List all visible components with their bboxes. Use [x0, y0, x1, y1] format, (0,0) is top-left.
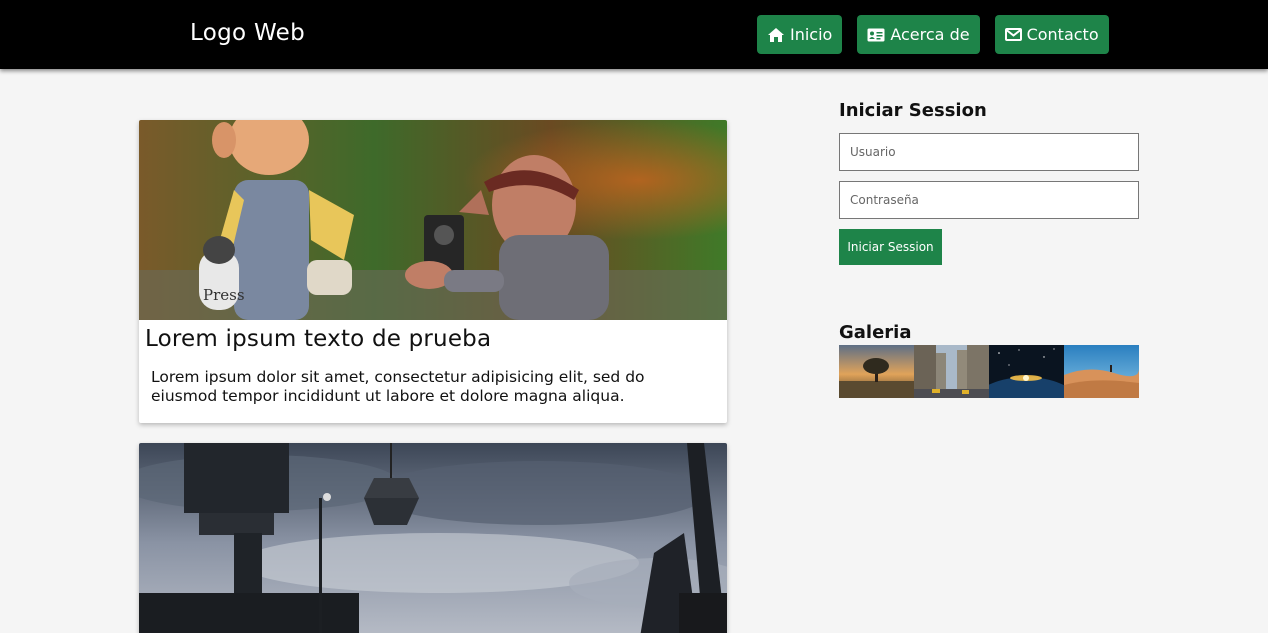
svg-text:Press: Press: [203, 286, 245, 304]
site-logo[interactable]: Logo Web: [190, 20, 305, 46]
earth-space-thumbnail[interactable]: [989, 345, 1064, 398]
nav-acerca-label: Acerca de: [890, 25, 970, 44]
nav-inicio-label: Inicio: [790, 25, 833, 44]
post-title: Lorem ipsum texto de prueba: [145, 326, 492, 352]
nav-contacto-label: Contacto: [1026, 25, 1099, 44]
tree-sunset-thumbnail[interactable]: [839, 345, 914, 398]
gallery-title: Galeria: [839, 322, 912, 343]
username-input[interactable]: [839, 133, 1139, 171]
post-body: Lorem ipsum dolor sit amet, consectetur …: [151, 368, 645, 405]
nav-contacto-button[interactable]: Contacto: [994, 15, 1109, 54]
home-icon: [767, 27, 785, 43]
city-street-thumbnail[interactable]: [914, 345, 989, 398]
press-photographer-figurines-image: Press: [139, 120, 727, 320]
gallery-strip: [839, 345, 1139, 398]
main-nav: Inicio Acerca de Contacto: [757, 15, 1109, 54]
password-input[interactable]: [839, 181, 1139, 219]
login-title: Iniciar Session: [839, 100, 987, 121]
top-navbar: Logo Web Inicio Acerca de Contacto: [0, 0, 1268, 69]
nav-acerca-button[interactable]: Acerca de: [857, 15, 980, 54]
id-card-icon: [867, 28, 885, 42]
desert-dune-thumbnail[interactable]: [1064, 345, 1139, 398]
post-card: Press Lorem ipsum texto de prueba Lorem …: [139, 120, 727, 423]
post-card: [139, 443, 727, 633]
login-submit-button[interactable]: Iniciar Session: [839, 229, 942, 265]
industrial-cranes-cloudy-sky-image: [139, 443, 727, 633]
nav-inicio-button[interactable]: Inicio: [757, 15, 843, 54]
envelope-icon: [1004, 28, 1022, 41]
